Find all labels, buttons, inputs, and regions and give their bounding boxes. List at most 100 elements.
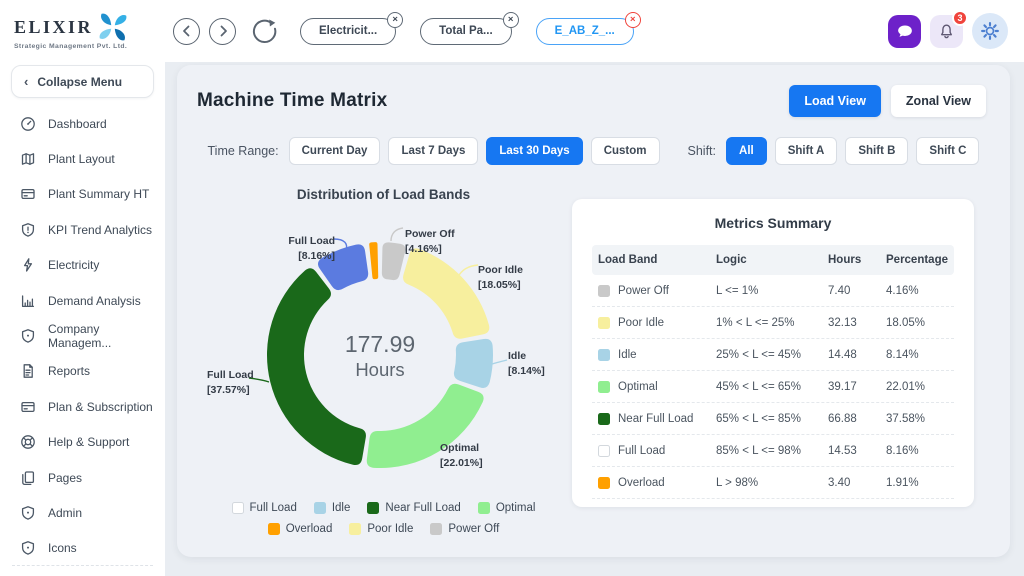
sidebar-item-label: Pages (48, 471, 82, 485)
content-panel: Machine Time Matrix Load ViewZonal View … (177, 65, 1010, 557)
shift-shift-c[interactable]: Shift C (916, 137, 979, 165)
metrics-row-overload: OverloadL > 98%3.401.91% (592, 467, 954, 499)
cell-percentage: 4.16% (886, 285, 948, 297)
sidebar-item-plant-summary-ht[interactable]: Plant Summary HT (0, 177, 165, 212)
sidebar-item-label: Demand Analysis (48, 294, 141, 308)
main-area: Machine Time Matrix Load ViewZonal View … (165, 62, 1024, 576)
callout-leader-idle (492, 360, 507, 364)
legend-item-optimal[interactable]: Optimal (478, 502, 536, 514)
sidebar-item-demand-analysis[interactable]: Demand Analysis (0, 283, 165, 318)
tab-label: E_AB_Z_... (555, 25, 615, 37)
sidebar-item-plant-layout[interactable]: Plant Layout (0, 141, 165, 176)
callout-near_full_load: Full Load[37.57%] (207, 368, 254, 398)
shift-all[interactable]: All (726, 137, 767, 165)
legend-label: Near Full Load (385, 502, 460, 514)
metrics-row-near-full-load: Near Full Load65% < L <= 85%66.8837.58% (592, 403, 954, 435)
callout-label: Full Load (251, 234, 335, 249)
donut-segment-power_off[interactable] (382, 242, 406, 280)
tab-2[interactable]: Total Pa...× (420, 18, 511, 45)
legend-item-near-full-load[interactable]: Near Full Load (367, 502, 460, 514)
band-name: Poor Idle (618, 317, 664, 329)
chat-bubble-icon (896, 22, 914, 40)
chevron-left-icon (181, 25, 193, 37)
sidebar-item-icons[interactable]: Icons (0, 531, 165, 566)
band-name: Full Load (618, 445, 665, 457)
close-icon[interactable]: × (503, 12, 519, 28)
brand-logo: ELIXIR Strategic Management Pvt. Ltd. (0, 12, 165, 50)
legend-item-overload[interactable]: Overload (268, 523, 333, 535)
pages-icon (20, 470, 36, 486)
shift-shift-b[interactable]: Shift B (845, 137, 908, 165)
donut-segment-poor_idle[interactable] (403, 248, 489, 338)
close-icon[interactable]: × (387, 12, 403, 28)
callout-label: Poor Idle (478, 263, 523, 278)
sidebar-item-help-support[interactable]: Help & Support (0, 425, 165, 460)
load-view-button[interactable]: Load View (789, 85, 881, 117)
open-tabs: Electricit...× Total Pa...× E_AB_Z_...× (300, 18, 634, 45)
collapse-menu-label: Collapse Menu (37, 75, 122, 89)
admin-icon (20, 505, 36, 521)
sidebar-item-label: Reports (48, 364, 90, 378)
legend-item-idle[interactable]: Idle (314, 502, 351, 514)
band-swatch (598, 477, 610, 489)
legend-swatch (367, 502, 379, 514)
legend-item-full-load[interactable]: Full Load (232, 502, 297, 514)
donut-segment-overload[interactable] (369, 242, 378, 279)
collapse-menu-button[interactable]: ‹ Collapse Menu (11, 65, 154, 98)
cell-percentage: 8.14% (886, 349, 948, 361)
total-hours-value: 177.99 (300, 331, 460, 358)
sidebar-item-label: Company Managem... (48, 322, 165, 350)
settings-button[interactable] (972, 13, 1008, 49)
plan-subscription-icon (20, 399, 36, 415)
tab-1[interactable]: Electricit...× (300, 18, 396, 45)
metrics-row-power-off: Power OffL <= 1%7.404.16% (592, 275, 954, 307)
time-range-custom[interactable]: Custom (591, 137, 660, 165)
close-icon[interactable]: × (625, 12, 641, 28)
legend-label: Overload (286, 523, 333, 535)
legend-item-poor-idle[interactable]: Poor Idle (349, 523, 413, 535)
sidebar-item-electricity[interactable]: Electricity (0, 248, 165, 283)
zonal-view-button[interactable]: Zonal View (891, 85, 986, 117)
band-swatch (598, 317, 610, 329)
sidebar-item-reports[interactable]: Reports (0, 354, 165, 389)
sidebar: ‹ Collapse Menu DashboardPlant LayoutPla… (0, 62, 165, 576)
chat-button[interactable] (888, 15, 921, 48)
legend-swatch (232, 502, 244, 514)
band-swatch (598, 413, 610, 425)
legend-label: Idle (332, 502, 351, 514)
sidebar-item-dashboard[interactable]: Dashboard (0, 106, 165, 141)
cell-logic: L <= 1% (716, 285, 828, 297)
electricity-icon (20, 257, 36, 273)
nav-back-button[interactable] (173, 18, 200, 45)
plant-layout-icon (20, 151, 36, 167)
metrics-table-header: Load BandLogicHoursPercentage (592, 245, 954, 275)
legend-item-power-off[interactable]: Power Off (430, 523, 499, 535)
column-header-logic: Logic (716, 254, 828, 266)
sidebar-item-plan-subscription[interactable]: Plan & Subscription (0, 389, 165, 424)
callout-value: [8.16%] (251, 249, 335, 264)
sidebar-item-company-managem[interactable]: Company Managem... (0, 318, 165, 353)
sidebar-item-admin[interactable]: Admin (0, 495, 165, 530)
band-swatch (598, 349, 610, 361)
bell-icon (938, 23, 955, 40)
callout-label: Power Off (405, 227, 455, 242)
sidebar-item-kpi-trend-analytics[interactable]: KPI Trend Analytics (0, 212, 165, 247)
time-range-last-7-days[interactable]: Last 7 Days (388, 137, 478, 165)
callout-idle: Idle[8.14%] (508, 349, 545, 379)
cell-logic: 45% < L <= 65% (716, 381, 828, 393)
time-range-current-day[interactable]: Current Day (289, 137, 381, 165)
notifications-button[interactable]: 3 (930, 15, 963, 48)
time-range-label: Time Range: (208, 144, 279, 158)
shift-shift-a[interactable]: Shift A (775, 137, 838, 165)
band-name: Overload (618, 477, 665, 489)
nav-forward-button[interactable] (209, 18, 236, 45)
time-range-last-30-days[interactable]: Last 30 Days (486, 137, 582, 165)
cell-logic: 25% < L <= 45% (716, 349, 828, 361)
tab-3[interactable]: E_AB_Z_...× (536, 18, 634, 45)
top-bar: ELIXIR Strategic Management Pvt. Ltd. (0, 0, 1024, 62)
gear-icon (981, 22, 999, 40)
refresh-button[interactable] (251, 18, 278, 45)
cell-percentage: 18.05% (886, 317, 948, 329)
sidebar-item-pages[interactable]: Pages (0, 460, 165, 495)
metrics-row-optimal: Optimal45% < L <= 65%39.1722.01% (592, 371, 954, 403)
